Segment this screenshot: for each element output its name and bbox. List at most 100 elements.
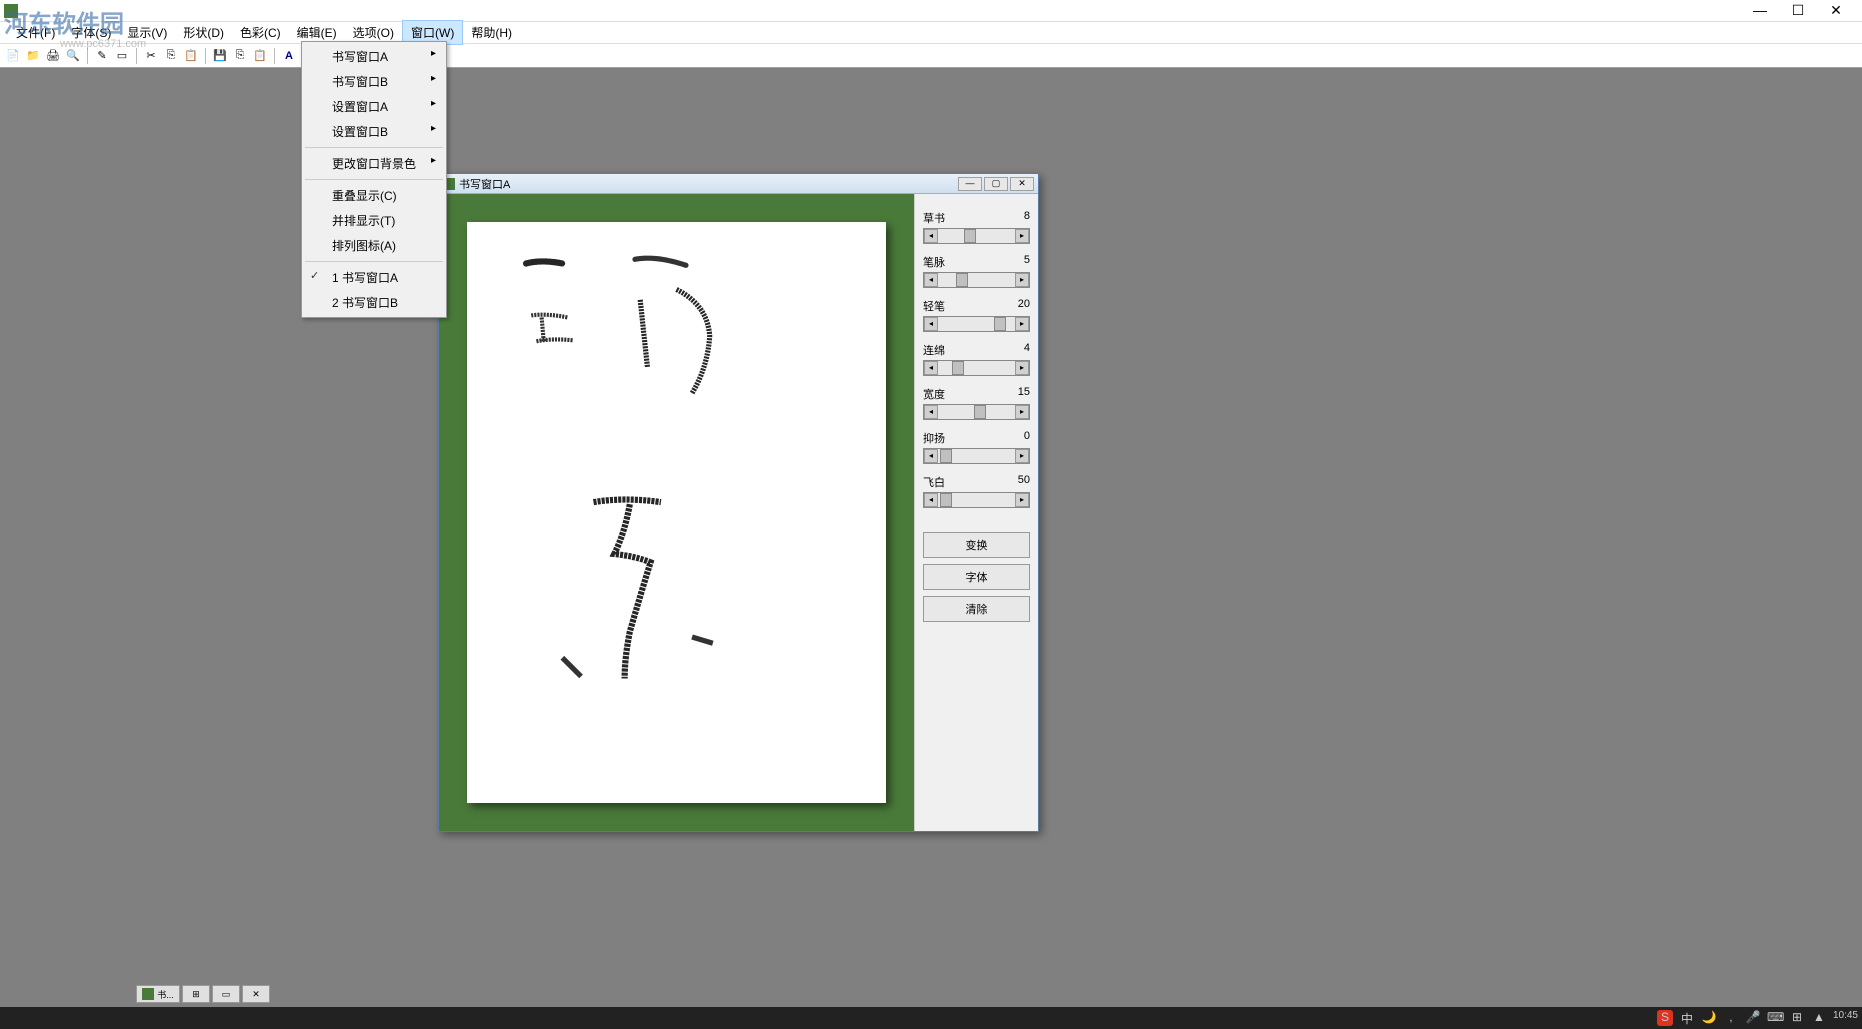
menu-view[interactable]: 显示(V) <box>119 21 175 44</box>
tray-keyboard-icon[interactable]: ⌨ <box>1767 1010 1783 1026</box>
child-maximize-button[interactable]: ▢ <box>984 177 1008 191</box>
menu-item-5[interactable]: 更改窗口背景色 <box>304 151 444 176</box>
slider-5: 抑扬 0 ◂ ▸ <box>923 430 1030 464</box>
slider-thumb[interactable] <box>956 273 968 287</box>
slider-right-arrow[interactable]: ▸ <box>1015 229 1029 243</box>
menu-font[interactable]: 字体(S) <box>63 21 119 44</box>
menu-separator <box>305 179 443 180</box>
menu-item-8[interactable]: 并排显示(T) <box>304 208 444 233</box>
slider-left-arrow[interactable]: ◂ <box>924 493 938 507</box>
tb-cut-icon[interactable]: ✂ <box>142 47 160 65</box>
mdi-tab-writing-a[interactable]: 书... <box>136 985 180 1003</box>
tb-paste-icon[interactable]: 📋 <box>182 47 200 65</box>
tb-save-icon[interactable]: 💾 <box>211 47 229 65</box>
child-minimize-button[interactable]: — <box>958 177 982 191</box>
menu-item-7[interactable]: 重叠显示(C) <box>304 183 444 208</box>
slider-right-arrow[interactable]: ▸ <box>1015 317 1029 331</box>
slider-left-arrow[interactable]: ◂ <box>924 449 938 463</box>
tb-format-a-icon[interactable]: A <box>280 47 298 65</box>
tb-search-icon[interactable]: 🔍 <box>64 47 82 65</box>
toolbar: 📄 📁 🖨 🔍 ✎ ▭ ✂ ⎘ 📋 💾 ⎘ 📋 A B <box>0 44 1862 68</box>
slider-left-arrow[interactable]: ◂ <box>924 361 938 375</box>
slider-value: 5 <box>1024 254 1030 270</box>
clear-button[interactable]: 清除 <box>923 596 1030 622</box>
slider-track[interactable]: ◂ ▸ <box>923 492 1030 508</box>
child-titlebar[interactable]: 书写窗口A — ▢ ✕ <box>439 174 1038 194</box>
font-button[interactable]: 字体 <box>923 564 1030 590</box>
slider-right-arrow[interactable]: ▸ <box>1015 361 1029 375</box>
tb-copy-icon[interactable]: ⎘ <box>162 47 180 65</box>
menu-item-2[interactable]: 设置窗口A <box>304 94 444 119</box>
slider-thumb[interactable] <box>952 361 964 375</box>
slider-1: 笔脉 5 ◂ ▸ <box>923 254 1030 288</box>
canvas-frame <box>439 194 914 831</box>
tray-grid-icon[interactable]: ⊞ <box>1789 1010 1805 1026</box>
slider-0: 草书 8 ◂ ▸ <box>923 210 1030 244</box>
menu-item-1[interactable]: 书写窗口B <box>304 69 444 94</box>
slider-6: 飞白 50 ◂ ▸ <box>923 474 1030 508</box>
menu-item-0[interactable]: 书写窗口A <box>304 44 444 69</box>
tb-new-icon[interactable]: 📄 <box>4 47 22 65</box>
slider-right-arrow[interactable]: ▸ <box>1015 405 1029 419</box>
drawing-canvas[interactable] <box>467 222 886 803</box>
check-icon: ✓ <box>310 269 319 282</box>
close-button[interactable]: ✕ <box>1826 2 1846 19</box>
tb-window-icon[interactable]: ▭ <box>113 47 131 65</box>
slider-2: 轻笔 20 ◂ ▸ <box>923 298 1030 332</box>
os-taskbar: S 中 🌙 , 🎤 ⌨ ⊞ ▲ 10:45 <box>0 1007 1862 1029</box>
menu-help[interactable]: 帮助(H) <box>463 21 520 44</box>
menu-item-9[interactable]: 排列图标(A) <box>304 233 444 258</box>
slider-thumb[interactable] <box>974 405 986 419</box>
tb-sep <box>205 48 206 64</box>
ime-icon[interactable]: S <box>1657 1010 1673 1026</box>
menu-shape[interactable]: 形状(D) <box>175 21 232 44</box>
slider-left-arrow[interactable]: ◂ <box>924 229 938 243</box>
slider-3: 连绵 4 ◂ ▸ <box>923 342 1030 376</box>
menu-file[interactable]: 文件(F) <box>8 21 63 44</box>
menu-item-11[interactable]: 1 书写窗口A✓ <box>304 265 444 290</box>
mdi-tile-button[interactable]: ▭ <box>212 985 240 1003</box>
tb-open-icon[interactable]: 📁 <box>24 47 42 65</box>
mdi-close-button[interactable]: ✕ <box>242 985 270 1003</box>
slider-track[interactable]: ◂ ▸ <box>923 404 1030 420</box>
slider-right-arrow[interactable]: ▸ <box>1015 493 1029 507</box>
slider-track[interactable]: ◂ ▸ <box>923 272 1030 288</box>
tray-night-icon[interactable]: 🌙 <box>1701 1010 1717 1026</box>
slider-left-arrow[interactable]: ◂ <box>924 317 938 331</box>
slider-thumb[interactable] <box>994 317 1006 331</box>
system-tray: S 中 🌙 , 🎤 ⌨ ⊞ ▲ 10:45 <box>1657 1010 1858 1026</box>
menu-item-12[interactable]: 2 书写窗口B <box>304 290 444 315</box>
tray-comma-icon[interactable]: , <box>1723 1010 1739 1026</box>
slider-label: 抑扬 <box>923 430 945 446</box>
slider-thumb[interactable] <box>964 229 976 243</box>
convert-button[interactable]: 变换 <box>923 532 1030 558</box>
menu-item-3[interactable]: 设置窗口B <box>304 119 444 144</box>
slider-value: 15 <box>1018 386 1030 402</box>
tray-mic-icon[interactable]: 🎤 <box>1745 1010 1761 1026</box>
slider-right-arrow[interactable]: ▸ <box>1015 449 1029 463</box>
slider-right-arrow[interactable]: ▸ <box>1015 273 1029 287</box>
slider-value: 0 <box>1024 430 1030 446</box>
slider-track[interactable]: ◂ ▸ <box>923 448 1030 464</box>
menu-color[interactable]: 色彩(C) <box>232 21 289 44</box>
tray-up-icon[interactable]: ▲ <box>1811 1010 1827 1026</box>
slider-value: 4 <box>1024 342 1030 358</box>
tb-paste2-icon[interactable]: 📋 <box>251 47 269 65</box>
slider-left-arrow[interactable]: ◂ <box>924 405 938 419</box>
slider-left-arrow[interactable]: ◂ <box>924 273 938 287</box>
tray-clock[interactable]: 10:45 <box>1833 1010 1858 1026</box>
child-close-button[interactable]: ✕ <box>1010 177 1034 191</box>
minimize-button[interactable]: — <box>1750 2 1770 19</box>
slider-track[interactable]: ◂ ▸ <box>923 360 1030 376</box>
mdi-tab-icon <box>142 988 154 1000</box>
tb-copy2-icon[interactable]: ⎘ <box>231 47 249 65</box>
slider-thumb[interactable] <box>940 493 952 507</box>
mdi-cascade-button[interactable]: ⊞ <box>182 985 210 1003</box>
slider-track[interactable]: ◂ ▸ <box>923 228 1030 244</box>
tray-lang-icon[interactable]: 中 <box>1679 1010 1695 1026</box>
tb-print-icon[interactable]: 🖨 <box>44 47 62 65</box>
tb-pencil-icon[interactable]: ✎ <box>93 47 111 65</box>
slider-thumb[interactable] <box>940 449 952 463</box>
slider-track[interactable]: ◂ ▸ <box>923 316 1030 332</box>
maximize-button[interactable]: ☐ <box>1788 2 1808 19</box>
